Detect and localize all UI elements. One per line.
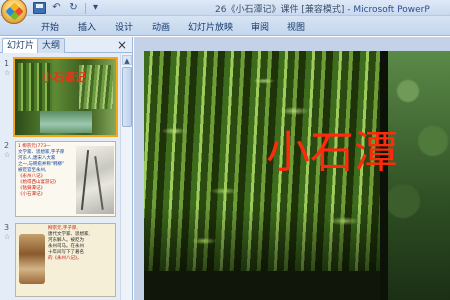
tab-slides[interactable]: 幻灯片	[2, 38, 40, 53]
portrait-image	[19, 234, 45, 284]
close-icon[interactable]: ×	[117, 38, 127, 52]
customize-toolbar-icon[interactable]: ▾	[89, 2, 102, 14]
slide-title[interactable]: 小石潭	[266, 127, 398, 179]
slide-number: 3	[4, 223, 10, 232]
app-name: Microsoft PowerP	[353, 5, 430, 15]
office-logo-icon	[5, 2, 24, 21]
slide-thumbnail-1[interactable]: 小石潭记	[13, 57, 118, 137]
slide-number: 2	[4, 141, 10, 150]
thumbnail-title: 小石潭记	[42, 71, 86, 84]
save-icon[interactable]	[33, 2, 46, 14]
tab-insert[interactable]: 插入	[78, 20, 96, 33]
slides-pane: 幻灯片 大纲 × 1 ☆ 小石潭记 2 ☆ 1 柳宗元(773一 文学家、思想家…	[0, 37, 133, 300]
tab-animations[interactable]: 动画	[152, 20, 170, 33]
slide-thumbnail-3[interactable]: 柳宗元,字子厚, 唐代文学家、思想家, 河东解人。被贬为 永州司马。在永州 十年…	[15, 223, 116, 297]
pane-scrollbar[interactable]: ▲	[120, 54, 132, 300]
pond-photo	[40, 111, 92, 133]
thumbnail-text: 1 柳宗元(773一 文学家、思想家,字子厚 河东人,唐宋八大家 之一,与韩愈并…	[18, 144, 76, 198]
window-title: 26《小石潭记》课件 [兼容模式] - Microsoft PowerP	[215, 2, 430, 15]
slide-thumbnail-2[interactable]: 1 柳宗元(773一 文学家、思想家,字子厚 河东人,唐宋八大家 之一,与韩愈并…	[15, 141, 116, 217]
ribbon-tab-bar: 开始 插入 设计 动画 幻灯片放映 审阅 视图	[0, 16, 450, 36]
tab-outline[interactable]: 大纲	[37, 38, 66, 53]
shadow-band	[144, 271, 384, 300]
scroll-thumb[interactable]	[122, 67, 132, 127]
window-title-prefix: 26《小石潭记》课件 [兼容模式] -	[215, 5, 354, 15]
thumbnail-text: 柳宗元,字子厚, 唐代文学家、思想家, 河东解人。被贬为 永州司马。在永州 十年…	[48, 226, 114, 262]
slide-number: 1	[4, 59, 10, 68]
animation-star-icon: ☆	[4, 233, 11, 241]
title-bar: ↶ ↻ ▾ 26《小石潭记》课件 [兼容模式] - Microsoft Powe…	[0, 0, 450, 24]
tab-design[interactable]: 设计	[115, 20, 133, 33]
redo-icon[interactable]: ↻	[67, 2, 80, 14]
undo-icon[interactable]: ↶	[50, 2, 63, 14]
quick-access-toolbar: ↶ ↻ ▾	[33, 1, 106, 15]
tab-view[interactable]: 视图	[287, 20, 305, 33]
tab-home[interactable]: 开始	[41, 20, 59, 33]
text-line: 的《永州八记》。	[48, 256, 82, 261]
current-slide[interactable]: 小石潭	[144, 51, 450, 300]
animation-star-icon: ☆	[4, 69, 11, 77]
pane-tabs: 幻灯片 大纲 ×	[0, 37, 133, 53]
tab-slideshow[interactable]: 幻灯片放映	[188, 20, 233, 33]
animation-star-icon: ☆	[4, 151, 11, 159]
text-line: 《小石潭记》	[18, 192, 45, 197]
slide-editor: 小石潭	[134, 37, 450, 300]
scroll-up-icon[interactable]: ▲	[122, 55, 132, 65]
ink-painting-image	[76, 146, 114, 214]
toolbar-separator	[85, 2, 86, 14]
tab-review[interactable]: 审阅	[251, 20, 269, 33]
